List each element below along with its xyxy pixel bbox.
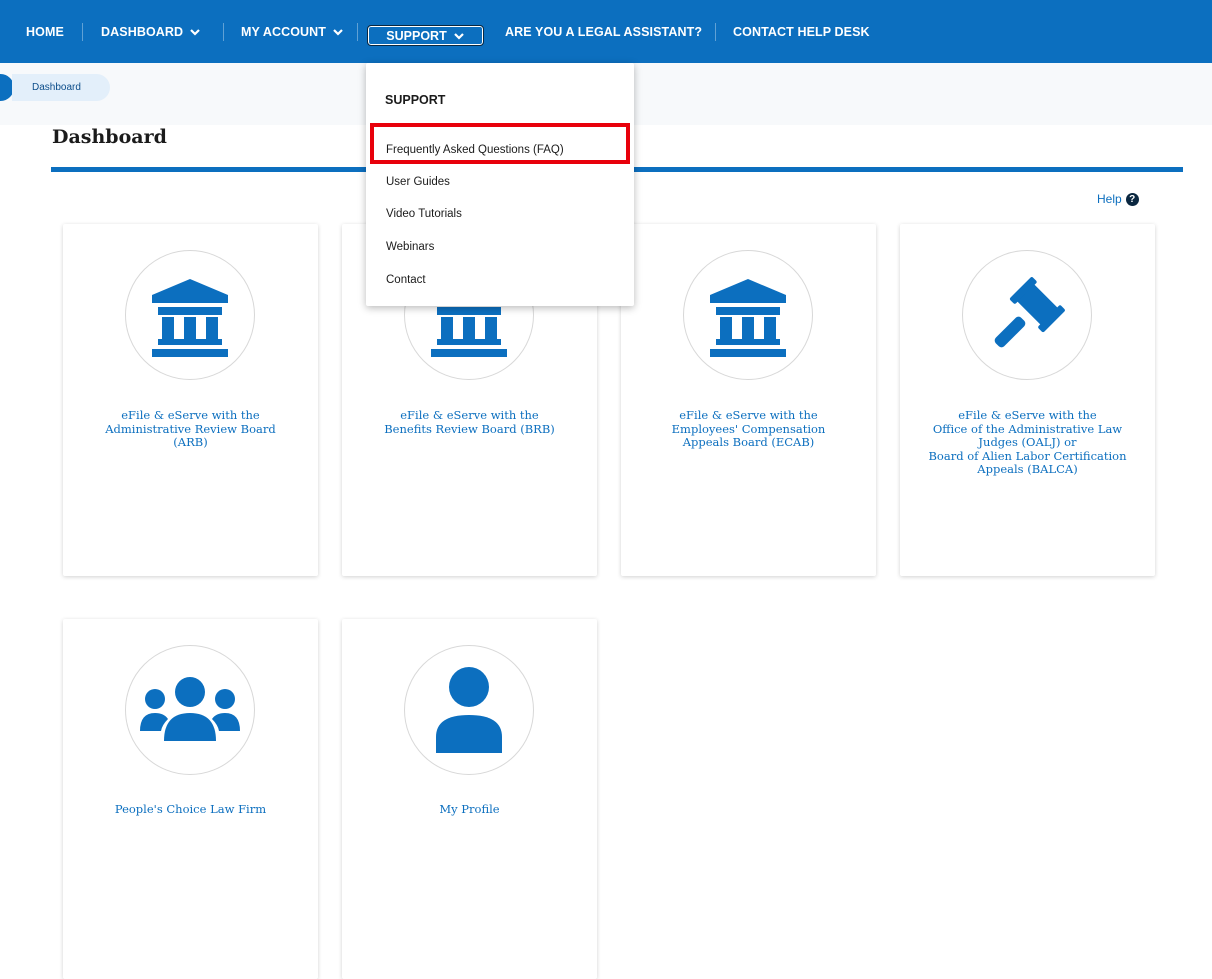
- card-arb[interactable]: eFile & eServe with the Administrative R…: [63, 224, 318, 576]
- card-label-line: (ARB): [173, 435, 208, 449]
- card-icon-circle: [125, 250, 255, 380]
- building-icon: [152, 279, 228, 357]
- card-label-line: Board of Alien Labor Certification: [928, 448, 1127, 463]
- nav-my-account[interactable]: MY ACCOUNT: [241, 0, 344, 63]
- question-circle-icon: ?: [1125, 192, 1139, 206]
- faq-highlight-box: [370, 123, 630, 164]
- card-oalj-balca[interactable]: eFile & eServe with the Office of the Ad…: [900, 224, 1155, 576]
- card-my-profile[interactable]: My Profile: [342, 619, 597, 979]
- nav-divider: [223, 23, 224, 41]
- nav-contact-help-desk[interactable]: CONTACT HELP DESK: [733, 0, 870, 63]
- card-label-line: eFile & eServe with the: [679, 408, 818, 422]
- card-label-line: Office of the Administrative Law: [932, 421, 1123, 436]
- card-label-line: People's Choice Law Firm: [114, 802, 267, 816]
- help-link[interactable]: Help ?: [1097, 192, 1139, 206]
- card-label-line: eFile & eServe with the: [400, 408, 539, 422]
- menu-item-contact[interactable]: Contact: [386, 274, 426, 286]
- card-label[interactable]: eFile & eServe with the Office of the Ad…: [910, 408, 1145, 477]
- card-law-firm[interactable]: People's Choice Law Firm: [63, 619, 318, 979]
- card-icon-circle: [962, 250, 1092, 380]
- support-menu-heading: SUPPORT: [385, 93, 446, 107]
- nav-support-label: SUPPORT: [386, 28, 447, 43]
- card-ecab[interactable]: eFile & eServe with the Employees' Compe…: [621, 224, 876, 576]
- card-label[interactable]: People's Choice Law Firm: [73, 802, 308, 817]
- chevron-down-icon: [333, 28, 343, 36]
- card-icon-circle: [404, 645, 534, 775]
- nav-divider: [715, 23, 716, 41]
- nav-legal-assistant[interactable]: ARE YOU A LEGAL ASSISTANT?: [505, 0, 702, 63]
- help-label: Help: [1097, 192, 1122, 206]
- page-title: Dashboard: [52, 126, 167, 148]
- card-label-line: Administrative Review Board: [105, 421, 276, 436]
- card-icon-circle: [125, 645, 255, 775]
- card-label-line: Employees' Compensation: [671, 421, 826, 436]
- card-icon-circle: [683, 250, 813, 380]
- card-label-line: eFile & eServe with the: [121, 408, 260, 422]
- card-label-line: Appeals Board (ECAB): [682, 435, 815, 449]
- nav-dashboard-label: DASHBOARD: [101, 24, 184, 39]
- card-label[interactable]: eFile & eServe with the Benefits Review …: [352, 408, 587, 436]
- menu-item-webinars[interactable]: Webinars: [386, 241, 434, 253]
- nav-dashboard[interactable]: DASHBOARD: [101, 0, 201, 63]
- nav-divider: [357, 23, 358, 41]
- building-icon: [710, 279, 786, 357]
- group-icon: [140, 677, 240, 741]
- card-label[interactable]: eFile & eServe with the Administrative R…: [73, 408, 308, 450]
- card-label[interactable]: eFile & eServe with the Employees' Compe…: [631, 408, 866, 450]
- card-label-line: My Profile: [439, 802, 500, 816]
- chevron-down-icon: [190, 28, 200, 36]
- nav-my-account-label: MY ACCOUNT: [241, 24, 327, 39]
- support-dropdown-menu: SUPPORT Frequently Asked Questions (FAQ)…: [366, 63, 634, 306]
- card-label-line: eFile & eServe with the: [958, 408, 1097, 422]
- menu-item-video-tutorials[interactable]: Video Tutorials: [386, 208, 462, 220]
- user-icon: [436, 667, 502, 753]
- nav-support[interactable]: SUPPORT: [367, 25, 484, 46]
- card-label[interactable]: My Profile: [352, 802, 587, 817]
- breadcrumb-label: Dashboard: [32, 82, 81, 93]
- card-label-line: Judges (OALJ) or: [978, 435, 1077, 449]
- card-label-line: Benefits Review Board (BRB): [384, 421, 555, 436]
- top-navigation: HOME DASHBOARD MY ACCOUNT SUPPORT ARE YO…: [0, 0, 1212, 63]
- chevron-down-icon: [453, 32, 464, 40]
- breadcrumb-item-dashboard[interactable]: Dashboard: [12, 74, 110, 101]
- gavel-icon: [994, 277, 1065, 348]
- nav-home[interactable]: HOME: [26, 0, 64, 63]
- card-label-line: Appeals (BALCA): [977, 462, 1078, 476]
- nav-divider: [82, 23, 83, 41]
- menu-item-user-guides[interactable]: User Guides: [386, 176, 450, 188]
